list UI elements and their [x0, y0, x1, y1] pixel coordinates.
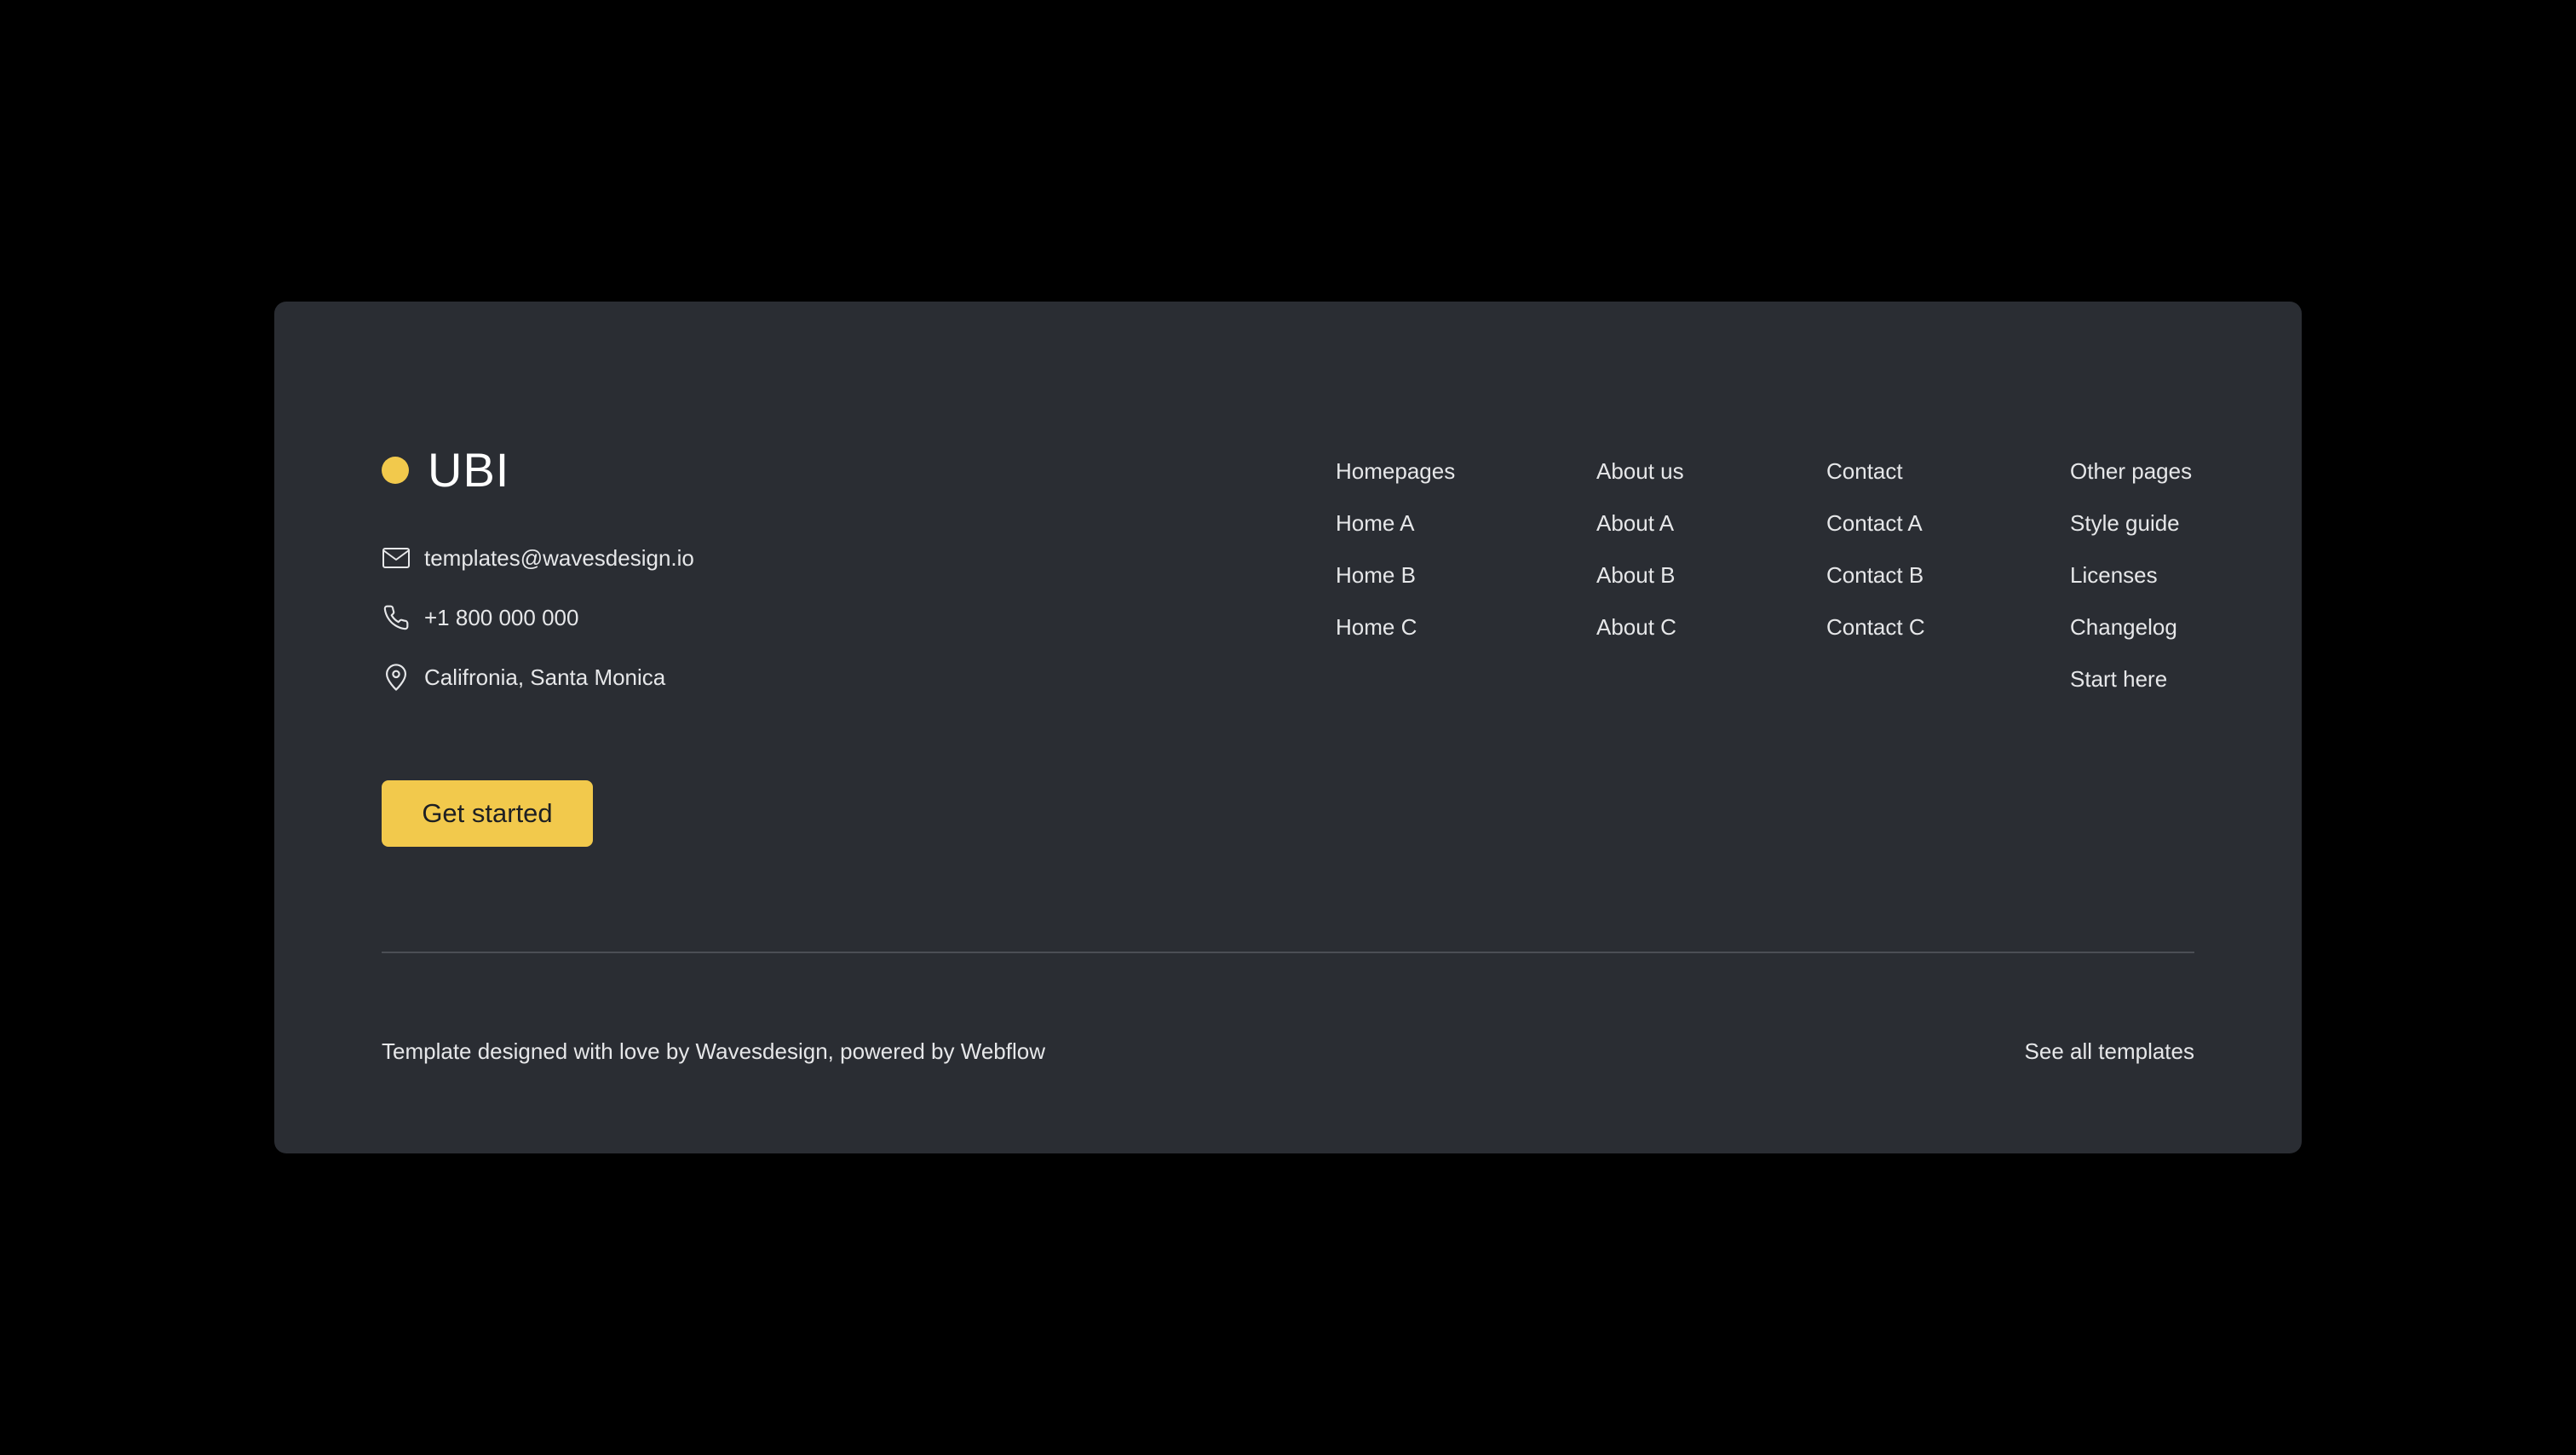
nav-link[interactable]: Changelog — [2070, 616, 2192, 668]
nav-link[interactable]: About B — [1596, 564, 1684, 616]
nav-column-other-pages: Other pages Style guide Licenses Changel… — [2070, 460, 2192, 720]
contact-address: Califronia, Santa Monica — [382, 663, 893, 692]
contact-list: templates@wavesdesign.io +1 800 000 000 … — [382, 543, 893, 722]
nav-link[interactable]: About A — [1596, 512, 1684, 564]
nav-link[interactable]: Style guide — [2070, 512, 2192, 564]
nav-column-homepages: Homepages Home A Home B Home C — [1336, 460, 1455, 668]
nav-link[interactable]: Contact C — [1826, 616, 1925, 668]
nav-link[interactable]: Home A — [1336, 512, 1455, 564]
nav-link[interactable]: Contact — [1826, 460, 1925, 512]
phone-text: +1 800 000 000 — [424, 605, 579, 630]
nav-link[interactable]: Other pages — [2070, 460, 2192, 512]
footer-card: UBI templates@wavesdesign.io +1 800 000 … — [274, 302, 2302, 1153]
phone-icon — [382, 603, 411, 632]
brand-dot-icon — [382, 457, 409, 484]
get-started-button[interactable]: Get started — [382, 780, 593, 847]
nav-link[interactable]: Home C — [1336, 616, 1455, 668]
nav-link[interactable]: Start here — [2070, 668, 2192, 720]
footer-divider — [382, 952, 2194, 953]
nav-link[interactable]: Home B — [1336, 564, 1455, 616]
location-pin-icon — [382, 663, 411, 692]
nav-link[interactable]: Homepages — [1336, 460, 1455, 512]
email-text: templates@wavesdesign.io — [424, 545, 694, 571]
nav-column-contact: Contact Contact A Contact B Contact C — [1826, 460, 1925, 668]
nav-link[interactable]: Contact B — [1826, 564, 1925, 616]
nav-link[interactable]: About C — [1596, 616, 1684, 668]
mail-icon — [382, 543, 411, 572]
nav-link[interactable]: Licenses — [2070, 564, 2192, 616]
contact-email[interactable]: templates@wavesdesign.io — [382, 543, 893, 572]
nav-link[interactable]: About us — [1596, 460, 1684, 512]
brand-logo[interactable]: UBI — [382, 446, 509, 494]
brand-name: UBI — [428, 443, 510, 497]
nav-link[interactable]: Contact A — [1826, 512, 1925, 564]
nav-column-about: About us About A About B About C — [1596, 460, 1684, 668]
credit-text: Template designed with love by Wavesdesi… — [382, 1038, 1045, 1064]
address-text: Califronia, Santa Monica — [424, 664, 666, 690]
see-all-templates-link[interactable]: See all templates — [2025, 1040, 2194, 1062]
contact-phone[interactable]: +1 800 000 000 — [382, 603, 893, 632]
